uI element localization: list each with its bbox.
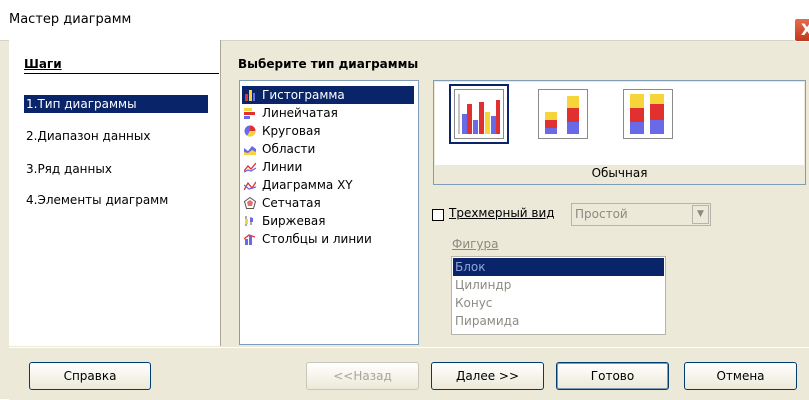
chart-type-item-column-line[interactable]: Столбцы и линии: [242, 230, 414, 248]
close-button[interactable]: X: [794, 18, 809, 42]
variant-caption: Обычная: [591, 166, 648, 180]
chart-type-label: Линейчатая: [262, 106, 338, 120]
stock-chart-icon: [244, 214, 256, 226]
chart-type-item-stock[interactable]: Биржевая: [242, 212, 414, 230]
window-title: Мастер диаграмм: [9, 12, 132, 27]
cancel-button[interactable]: Отмена: [684, 362, 797, 390]
chart-type-item-line[interactable]: Линии: [242, 158, 414, 176]
chart-type-label: Сетчатая: [262, 196, 321, 210]
chevron-down-icon[interactable]: ▼: [692, 205, 709, 224]
chart-wizard-window: Мастер диаграмм X Шаги 1.Тип диаграммы 2…: [0, 0, 809, 400]
xy-chart-icon: [243, 178, 257, 191]
shape-option-pyramid[interactable]: Пирамида: [453, 312, 664, 330]
variant-icons-area: [435, 82, 804, 165]
title-bar: Мастер диаграмм X: [0, 0, 809, 42]
chart-type-label: Гистограмма: [262, 88, 345, 102]
step-chart-type[interactable]: 1.Тип диаграммы: [24, 95, 208, 113]
steps-panel: Шаги 1.Тип диаграммы 2.Диапазон данных 3…: [9, 40, 221, 346]
area-chart-icon: [244, 142, 256, 155]
shape-option-cone[interactable]: Конус: [453, 294, 664, 312]
net-chart-icon: [243, 196, 257, 209]
step-chart-elements[interactable]: 4.Элементы диаграмм: [24, 191, 168, 209]
step-data-series[interactable]: 3.Ряд данных: [24, 160, 112, 178]
three-d-label[interactable]: Трехмерный вид: [449, 206, 555, 220]
three-d-style-combo[interactable]: Простой ▼: [571, 203, 711, 226]
chart-type-item-pie[interactable]: Круговая: [242, 122, 414, 140]
chart-type-label: Столбцы и линии: [262, 232, 372, 246]
chart-type-list[interactable]: Гистограмма Линейчатая Круговая Области …: [239, 80, 419, 345]
chart-type-item-area[interactable]: Области: [242, 140, 414, 158]
chart-type-item-net[interactable]: Сетчатая: [242, 194, 414, 212]
chart-type-label: Линии: [262, 160, 303, 174]
normal-variant-icon[interactable]: [449, 84, 509, 144]
chart-variant-panel: Обычная: [433, 80, 806, 185]
chart-type-label: Диаграмма XY: [262, 178, 353, 192]
bar-chart-icon: [244, 106, 256, 119]
next-button[interactable]: Далее >>: [431, 362, 544, 390]
stacked-variant-icon[interactable]: [538, 89, 588, 139]
three-d-label-text: Трехмерный вид: [449, 206, 555, 220]
shape-label: Фигура: [452, 237, 499, 251]
chart-type-item-bar[interactable]: Линейчатая: [242, 104, 414, 122]
chart-type-item-column[interactable]: Гистограмма: [242, 86, 414, 104]
line-chart-icon: [243, 160, 257, 173]
column-line-chart-icon: [243, 232, 256, 245]
chart-type-heading: Выберите тип диаграммы: [238, 57, 419, 71]
column-chart-icon: [244, 88, 256, 101]
back-button[interactable]: <<Назад: [306, 362, 419, 390]
percent-stacked-variant-icon[interactable]: [623, 89, 673, 139]
shape-option-cylinder[interactable]: Цилиндр: [453, 276, 664, 294]
chart-type-item-xy[interactable]: Диаграмма XY: [242, 176, 414, 194]
three-d-checkbox[interactable]: [432, 209, 444, 221]
pie-chart-icon: [244, 124, 256, 137]
chart-type-label: Круговая: [262, 124, 321, 138]
steps-title: Шаги: [24, 57, 62, 71]
help-button[interactable]: Справка: [29, 362, 151, 390]
shape-listbox[interactable]: Блок Цилиндр Конус Пирамида: [451, 256, 666, 335]
steps-divider: [24, 73, 219, 74]
three-d-style-value: Простой: [575, 207, 628, 221]
chart-type-label: Биржевая: [262, 214, 326, 228]
finish-button[interactable]: Готово: [556, 362, 669, 390]
step-data-range[interactable]: 2.Диапазон данных: [24, 127, 150, 145]
chart-type-label: Области: [262, 142, 316, 156]
shape-option-block[interactable]: Блок: [453, 258, 664, 276]
